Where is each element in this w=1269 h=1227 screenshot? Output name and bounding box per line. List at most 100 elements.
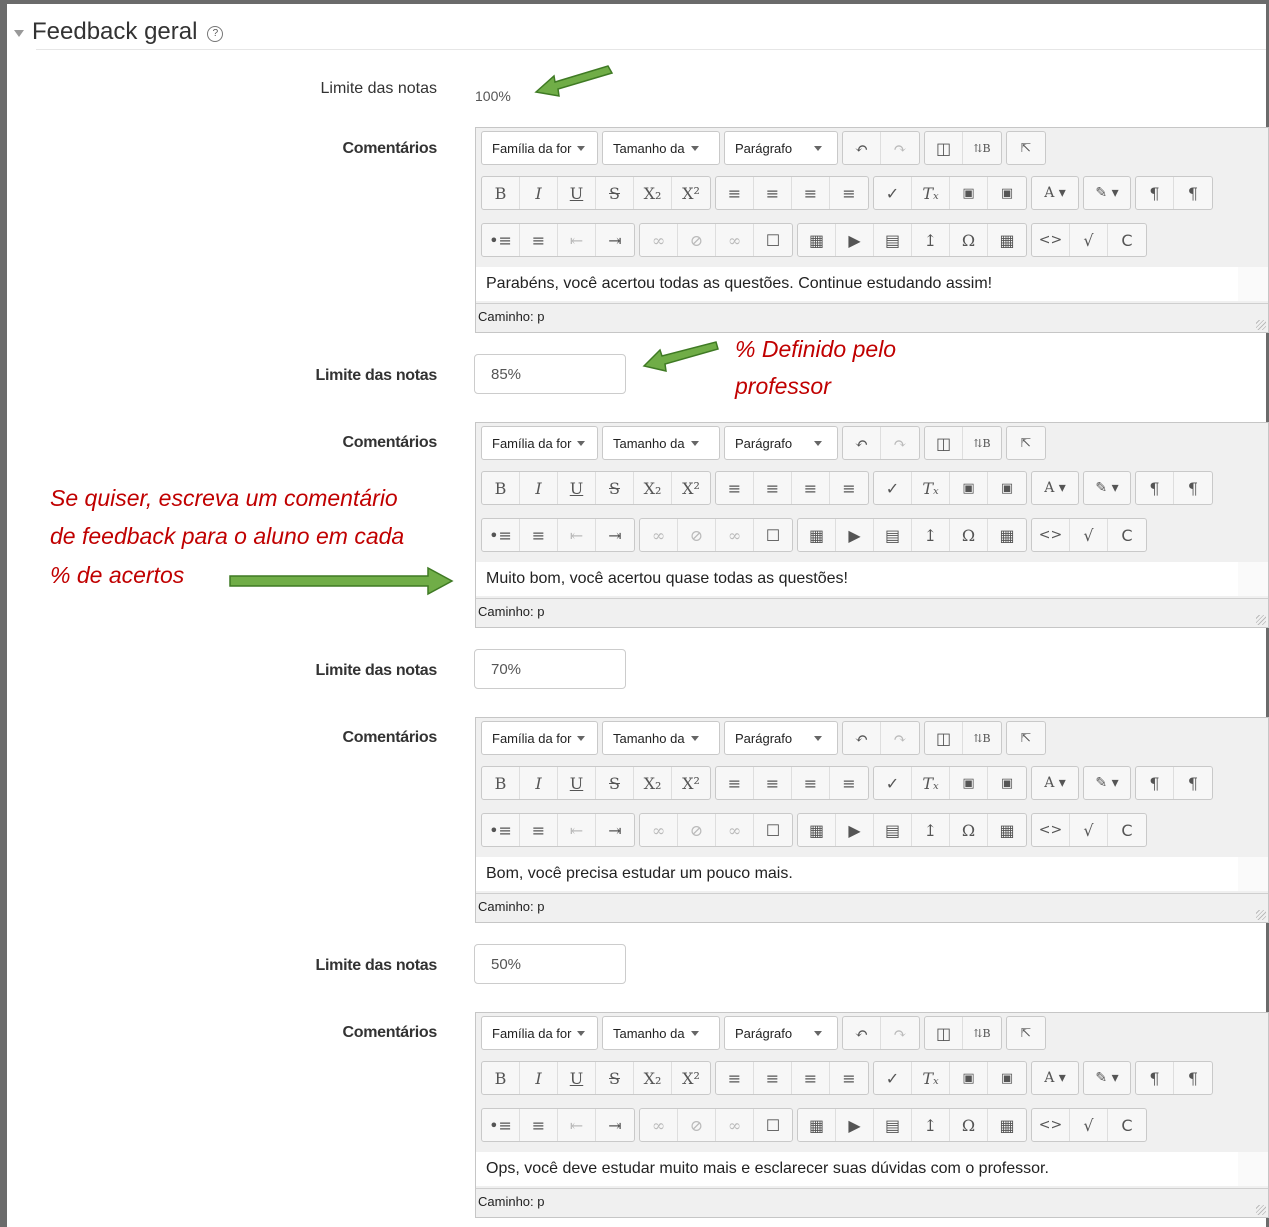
- underline-icon[interactable]: U: [558, 472, 596, 504]
- equation-icon[interactable]: √: [1070, 224, 1108, 256]
- resize-handle-icon[interactable]: [1256, 320, 1266, 330]
- manage-files-icon[interactable]: ▤: [874, 1109, 912, 1141]
- paste-text-icon[interactable]: ▣: [950, 767, 988, 799]
- ltr-icon[interactable]: ¶: [1136, 1062, 1174, 1094]
- subscript-icon[interactable]: X₂: [634, 177, 672, 209]
- find-icon[interactable]: ◫: [925, 722, 963, 754]
- remove-format-icon[interactable]: Tₓ: [912, 1062, 950, 1094]
- feedback-text-area[interactable]: Bom, você precisa estudar um pouco mais.: [476, 857, 1238, 891]
- text-color-icon[interactable]: A ▾: [1032, 767, 1078, 799]
- find-icon[interactable]: ◫: [925, 427, 963, 459]
- numbered-list-icon[interactable]: ≡: [520, 224, 558, 256]
- align-center-icon[interactable]: ≡: [754, 767, 792, 799]
- superscript-icon[interactable]: X²: [672, 1062, 710, 1094]
- align-left-icon[interactable]: ≡: [716, 472, 754, 504]
- upload-icon[interactable]: ↥: [912, 519, 950, 551]
- strikethrough-icon[interactable]: S: [596, 177, 634, 209]
- fullscreen-icon[interactable]: ⇱: [1007, 132, 1045, 164]
- unlink-icon[interactable]: ⊘: [678, 814, 716, 846]
- align-left-icon[interactable]: ≡: [716, 177, 754, 209]
- undo-icon[interactable]: ↶: [843, 132, 881, 164]
- bold-icon[interactable]: B: [482, 177, 520, 209]
- align-right-icon[interactable]: ≡: [792, 472, 830, 504]
- bold-icon[interactable]: B: [482, 767, 520, 799]
- equation-icon[interactable]: √: [1070, 519, 1108, 551]
- media-icon[interactable]: ▶: [836, 519, 874, 551]
- bookmark-icon[interactable]: ☐: [754, 224, 792, 256]
- resize-handle-icon[interactable]: [1256, 1205, 1266, 1215]
- font-size-select[interactable]: Tamanho da: [602, 1016, 720, 1050]
- block-format-select[interactable]: Parágrafo: [724, 721, 838, 755]
- superscript-icon[interactable]: X²: [672, 767, 710, 799]
- redo-icon[interactable]: ↷: [881, 132, 919, 164]
- superscript-icon[interactable]: X²: [672, 472, 710, 504]
- media-icon[interactable]: ▶: [836, 814, 874, 846]
- outdent-icon[interactable]: ⇤: [558, 224, 596, 256]
- align-left-icon[interactable]: ≡: [716, 1062, 754, 1094]
- bookmark-icon[interactable]: ☐: [754, 814, 792, 846]
- replace-icon[interactable]: ⇅B: [963, 722, 1001, 754]
- outdent-icon[interactable]: ⇤: [558, 814, 596, 846]
- grade-limit-input[interactable]: [474, 944, 626, 984]
- equation-icon[interactable]: √: [1070, 1109, 1108, 1141]
- font-size-select[interactable]: Tamanho da: [602, 721, 720, 755]
- paste-word-icon[interactable]: ▣: [988, 177, 1026, 209]
- ltr-icon[interactable]: ¶: [1136, 767, 1174, 799]
- rtl-icon[interactable]: ¶: [1174, 767, 1212, 799]
- bookmark-icon[interactable]: ☐: [754, 1109, 792, 1141]
- block-format-select[interactable]: Parágrafo: [724, 1016, 838, 1050]
- subscript-icon[interactable]: X₂: [634, 767, 672, 799]
- manage-files-icon[interactable]: ▤: [874, 814, 912, 846]
- upload-icon[interactable]: ↥: [912, 814, 950, 846]
- grade-limit-input[interactable]: [474, 354, 626, 394]
- spellcheck-icon[interactable]: C: [1108, 519, 1146, 551]
- paste-word-icon[interactable]: ▣: [988, 1062, 1026, 1094]
- bullet-list-icon[interactable]: •≡: [482, 224, 520, 256]
- font-family-select[interactable]: Família da for: [481, 721, 598, 755]
- anchor-icon[interactable]: ∞: [716, 1109, 754, 1141]
- special-char-icon[interactable]: Ω: [950, 1109, 988, 1141]
- link-icon[interactable]: ∞: [640, 1109, 678, 1141]
- html-code-icon[interactable]: <>: [1032, 519, 1070, 551]
- link-icon[interactable]: ∞: [640, 519, 678, 551]
- ltr-icon[interactable]: ¶: [1136, 472, 1174, 504]
- rtl-icon[interactable]: ¶: [1174, 177, 1212, 209]
- remove-format-icon[interactable]: Tₓ: [912, 472, 950, 504]
- block-format-select[interactable]: Parágrafo: [724, 426, 838, 460]
- indent-icon[interactable]: ⇥: [596, 224, 634, 256]
- rtl-icon[interactable]: ¶: [1174, 472, 1212, 504]
- rtl-icon[interactable]: ¶: [1174, 1062, 1212, 1094]
- special-char-icon[interactable]: Ω: [950, 224, 988, 256]
- table-icon[interactable]: ▦: [988, 519, 1026, 551]
- unlink-icon[interactable]: ⊘: [678, 519, 716, 551]
- italic-icon[interactable]: I: [520, 1062, 558, 1094]
- paste-word-icon[interactable]: ▣: [988, 767, 1026, 799]
- anchor-icon[interactable]: ∞: [716, 814, 754, 846]
- background-color-icon[interactable]: ✎ ▾: [1084, 472, 1130, 504]
- html-code-icon[interactable]: <>: [1032, 224, 1070, 256]
- bullet-list-icon[interactable]: •≡: [482, 814, 520, 846]
- table-icon[interactable]: ▦: [988, 814, 1026, 846]
- paste-text-icon[interactable]: ▣: [950, 177, 988, 209]
- align-center-icon[interactable]: ≡: [754, 1062, 792, 1094]
- paste-word-icon[interactable]: ▣: [988, 472, 1026, 504]
- remove-format-icon[interactable]: Tₓ: [912, 767, 950, 799]
- spellcheck-icon[interactable]: C: [1108, 814, 1146, 846]
- manage-files-icon[interactable]: ▤: [874, 519, 912, 551]
- replace-icon[interactable]: ⇅B: [963, 427, 1001, 459]
- fullscreen-icon[interactable]: ⇱: [1007, 427, 1045, 459]
- bold-icon[interactable]: B: [482, 472, 520, 504]
- table-icon[interactable]: ▦: [988, 1109, 1026, 1141]
- numbered-list-icon[interactable]: ≡: [520, 814, 558, 846]
- link-icon[interactable]: ∞: [640, 814, 678, 846]
- bullet-list-icon[interactable]: •≡: [482, 519, 520, 551]
- resize-handle-icon[interactable]: [1256, 910, 1266, 920]
- unlink-icon[interactable]: ⊘: [678, 1109, 716, 1141]
- collapse-triangle-icon[interactable]: [14, 29, 24, 37]
- feedback-text-area[interactable]: Ops, você deve estudar muito mais e escl…: [476, 1152, 1238, 1186]
- font-family-select[interactable]: Família da for: [481, 426, 598, 460]
- undo-icon[interactable]: ↶: [843, 427, 881, 459]
- underline-icon[interactable]: U: [558, 1062, 596, 1094]
- resize-handle-icon[interactable]: [1256, 615, 1266, 625]
- feedback-text-area[interactable]: Parabéns, você acertou todas as questões…: [476, 267, 1238, 301]
